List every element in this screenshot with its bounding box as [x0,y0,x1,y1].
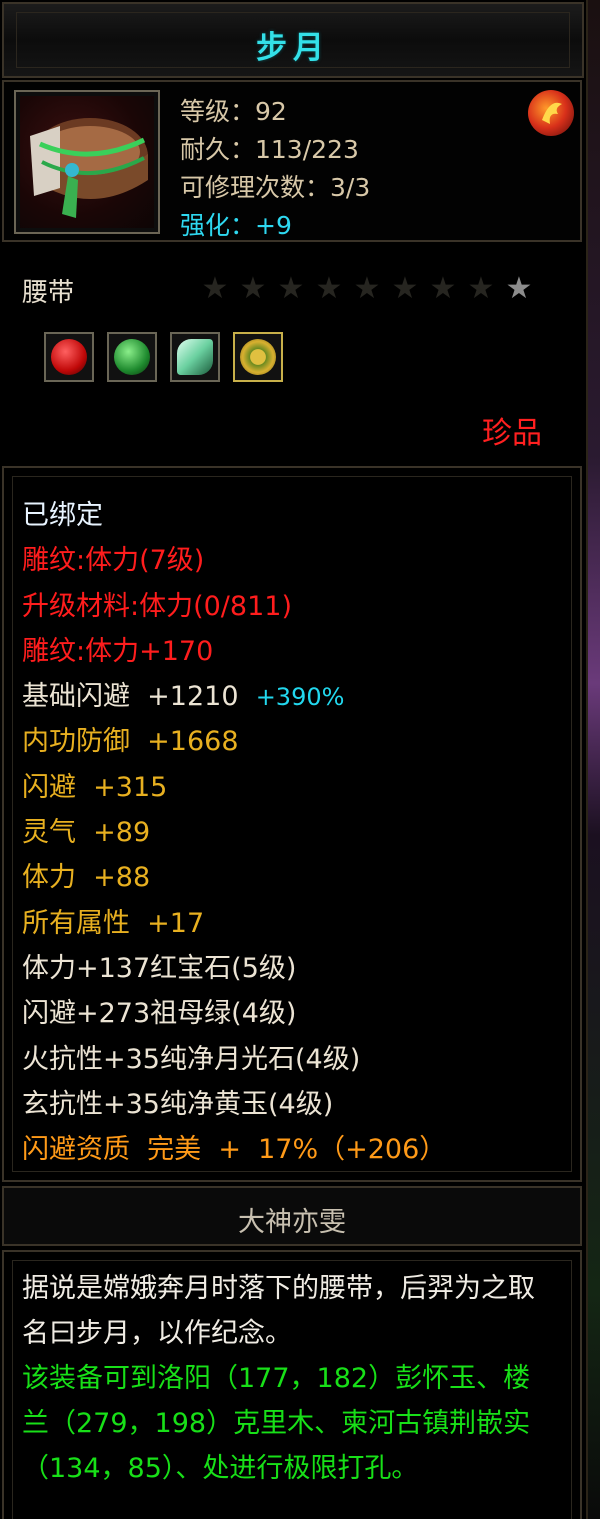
star-icon: ★ [353,271,381,306]
star-icon: ★ [429,271,457,306]
moonstone-gem-icon[interactable] [170,332,220,382]
attribute-row: 闪避 +315 [22,770,446,815]
attribute-text: 闪避+273祖母绿(4级) [22,998,297,1030]
star-icon: ★ [277,271,305,306]
attribute-text: 闪避资质 完美 + 17%（+206） [22,1134,447,1166]
ruby-gem-icon[interactable] [44,332,94,382]
item-durability: 耐久：113/223 [180,135,359,164]
item-title: 步月 [256,30,330,66]
item-rarity: 珍品 [482,416,542,451]
jade-gem-icon[interactable] [233,332,283,382]
attribute-text: 雕纹:体力(7级) [22,545,205,577]
attribute-text: 体力 +88 [22,862,151,894]
attribute-row: 闪避资质 完美 + 17%（+206） [22,1132,446,1177]
attribute-row: 所有属性 +17 [22,906,446,951]
attribute-row: 基础闪避 +1210 +390% [22,679,446,724]
item-hint-text: 该装备可到洛阳（177，182）彭怀玉、楼兰（279，198）克里木、柬河古镇荆… [22,1363,531,1484]
attribute-text: 升级材料:体力(0/811) [22,590,292,622]
attribute-text: 内功防御 +1668 [22,726,239,758]
item-header: 等级：92 耐久：113/223 可修理次数：3/3 强化：+9 [2,80,582,242]
flame-emblem-icon [528,90,574,136]
item-enhance-level: 强化：+9 [180,211,292,240]
star-rating: ★ ★ ★ ★ ★ ★ ★ ★ ★ [198,272,536,306]
item-maker: 大神亦雯 [238,1207,346,1238]
attribute-text: 雕纹:体力+170 [22,635,214,667]
belt-icon [20,96,154,228]
attribute-row: 体力+137红宝石(5级) [22,951,446,996]
item-lore-text: 据说是嫦娥奔月时落下的腰带，后羿为之取名曰步月，以作纪念。 [22,1273,535,1349]
attribute-text: 闪避 +315 [22,771,168,803]
attribute-bonus-percent: +390% [255,683,345,712]
maker-bar: 大神亦雯 [2,1186,582,1246]
attribute-row: 灵气 +89 [22,815,446,860]
attribute-text: 已绑定 [22,500,103,531]
attribute-row: 已绑定 [22,498,446,543]
attribute-text: 体力+137红宝石(5级) [22,952,297,984]
star-icon: ★ [505,271,533,306]
item-description: 据说是嫦娥奔月时落下的腰带，后羿为之取名曰步月，以作纪念。 该装备可到洛阳（17… [22,1266,556,1491]
star-icon: ★ [201,271,229,306]
attribute-text: 灵气 +89 [22,817,151,849]
attribute-row: 雕纹:体力+170 [22,634,446,679]
item-summary: 腰带 ★ ★ ★ ★ ★ ★ ★ ★ ★ 珍品 [0,242,586,464]
attribute-row: 雕纹:体力(7级) [22,543,446,588]
star-icon: ★ [467,271,495,306]
item-tooltip: 步月 等级：92 耐久：113/223 可修理次数：3/3 强化：+9 腰带 ★… [0,0,590,1519]
attribute-row: 内功防御 +1668 [22,724,446,769]
star-icon: ★ [391,271,419,306]
item-type-name: 腰带 [22,278,75,308]
attribute-text: 玄抗性+35纯净黄玉(4级) [22,1088,334,1120]
attribute-row: 体力 +88 [22,860,446,905]
attribute-row: 玄抗性+35纯净黄玉(4级) [22,1087,446,1132]
attribute-row: 升级材料:体力(0/811) [22,589,446,634]
tooltip-title-bar: 步月 [2,2,584,78]
gem-slots [44,332,283,382]
scene-background-edge [588,0,600,1519]
attribute-text: 基础闪避 +1210 [22,681,239,713]
star-icon: ★ [239,271,267,306]
attribute-row: 火抗性+35纯净月光石(4级) [22,1042,446,1087]
item-level: 等级：92 [180,97,287,126]
star-icon: ★ [315,271,343,306]
item-repair-count: 可修理次数：3/3 [180,173,371,202]
attribute-text: 所有属性 +17 [22,907,205,939]
attribute-text: 火抗性+35纯净月光石(4级) [22,1043,361,1075]
attribute-list: 已绑定雕纹:体力(7级) 升级材料:体力(0/811) 雕纹:体力+170 基础闪避 … [22,498,446,1177]
emerald-gem-icon[interactable] [107,332,157,382]
item-icon-frame [14,90,160,234]
attribute-row: 闪避+273祖母绿(4级) [22,996,446,1041]
